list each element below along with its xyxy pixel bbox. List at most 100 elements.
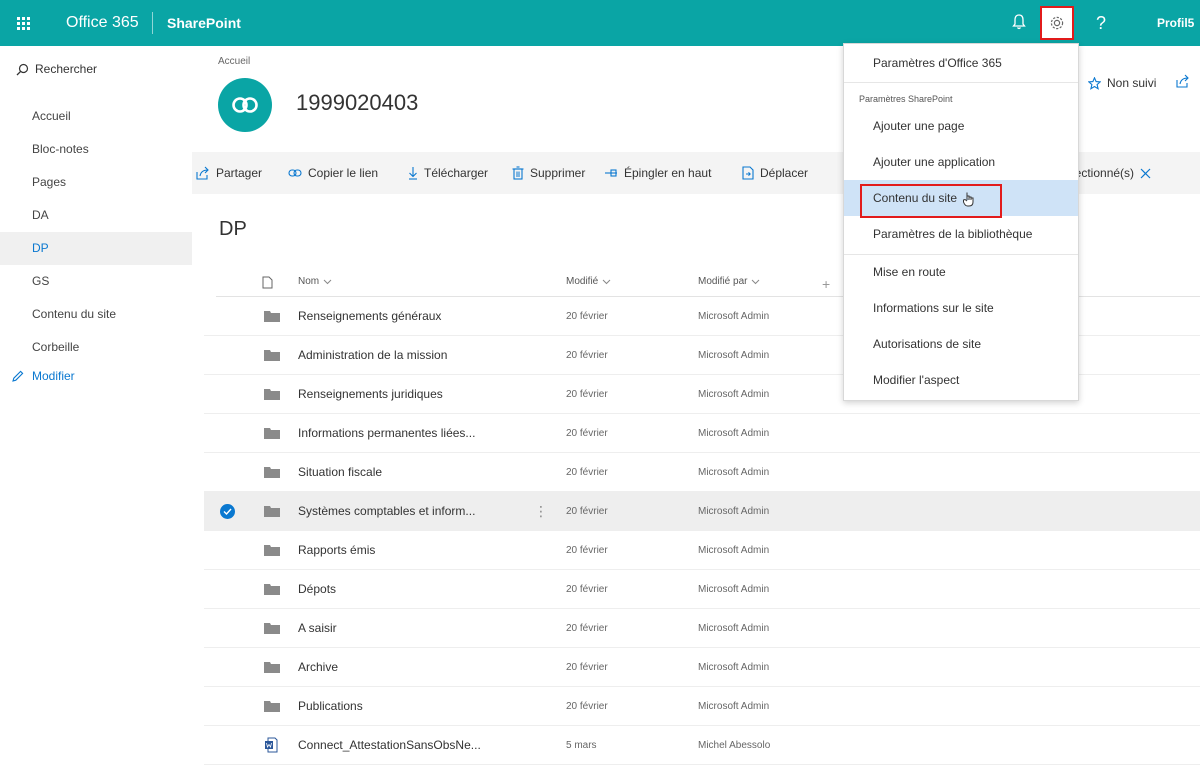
modified-by: Microsoft Admin — [698, 506, 770, 517]
chevron-down-icon — [752, 279, 760, 284]
list-item[interactable]: Connect_AttestationSansObsNe... 5 mars M… — [204, 726, 1200, 765]
name-column-label: Nom — [298, 276, 320, 287]
search-box[interactable]: Rechercher — [16, 62, 97, 76]
list-item[interactable]: A saisir 20 février Microsoft Admin — [204, 609, 1200, 648]
nav-item-accueil[interactable]: Accueil — [0, 100, 192, 133]
share-site-button[interactable] — [1176, 74, 1190, 91]
search-label: Rechercher — [35, 62, 98, 76]
file-name[interactable]: Situation fiscale — [298, 453, 382, 492]
list-item[interactable]: Informations permanentes liées... 20 fév… — [204, 414, 1200, 453]
nav-item-bloc-notes[interactable]: Bloc-notes — [0, 133, 192, 166]
site-information-item[interactable]: Informations sur le site — [844, 290, 1078, 326]
modified-by: Microsoft Admin — [698, 428, 770, 439]
edit-links-button[interactable]: Modifier — [0, 364, 192, 388]
breadcrumb[interactable]: Accueil — [218, 56, 250, 67]
list-item[interactable]: Rapports émis 20 février Microsoft Admin — [204, 531, 1200, 570]
download-command-label: Télécharger — [424, 166, 489, 180]
checkmark-icon — [223, 508, 232, 515]
modified-date: 20 février — [566, 623, 608, 634]
pin-icon — [605, 169, 617, 177]
modified-by: Microsoft Admin — [698, 701, 770, 712]
app-launcher-button[interactable] — [0, 0, 46, 46]
file-name[interactable]: Renseignements juridiques — [298, 375, 443, 414]
selection-count-label: lectionné(s) — [1072, 166, 1135, 180]
selection-status: lectionné(s) — [1072, 152, 1151, 194]
file-name[interactable]: Dépots — [298, 570, 336, 609]
file-name[interactable]: Archive — [298, 648, 338, 687]
file-name[interactable]: Rapports émis — [298, 531, 375, 570]
star-icon — [1088, 76, 1101, 90]
file-name[interactable]: Informations permanentes liées... — [298, 414, 475, 453]
word-document-icon — [265, 737, 278, 753]
list-item[interactable]: Publications 20 février Microsoft Admin — [204, 687, 1200, 726]
pencil-icon — [12, 370, 24, 382]
add-app-item[interactable]: Ajouter une application — [844, 144, 1078, 180]
file-type-column-header[interactable] — [262, 276, 273, 289]
left-navigation: Rechercher Accueil Bloc-notes Pages DA D… — [0, 46, 192, 780]
clear-selection-icon[interactable] — [1140, 168, 1151, 179]
move-command[interactable]: Déplacer — [742, 152, 808, 194]
modified-column-header[interactable]: Modifié — [566, 276, 611, 287]
modified-by-column-header[interactable]: Modifié par — [698, 276, 760, 287]
site-permissions-item[interactable]: Autorisations de site — [844, 326, 1078, 362]
pin-command[interactable]: Épingler en haut — [604, 152, 711, 194]
nav-list: Accueil Bloc-notes Pages DA DP GS Conten… — [0, 98, 192, 388]
profile-button[interactable]: Profil5 — [1157, 0, 1194, 46]
nav-item-contenu-du-site[interactable]: Contenu du site — [0, 298, 192, 331]
help-button[interactable]: ? — [1096, 0, 1106, 46]
download-command[interactable]: Télécharger — [408, 152, 488, 194]
nav-item-corbeille[interactable]: Corbeille — [0, 331, 192, 364]
copy-link-command[interactable]: Copier le lien — [288, 152, 378, 194]
getting-started-item[interactable]: Mise en route — [844, 254, 1078, 290]
share-icon — [1176, 74, 1189, 88]
chevron-down-icon — [602, 279, 611, 284]
file-name[interactable]: A saisir — [298, 609, 337, 648]
list-item[interactable]: Dépots 20 février Microsoft Admin — [204, 570, 1200, 609]
folder-icon — [264, 389, 280, 400]
file-name[interactable]: Administration de la mission — [298, 336, 447, 375]
site-logo[interactable] — [218, 78, 272, 132]
follow-button[interactable]: Non suivi — [1088, 76, 1156, 90]
modified-date: 20 février — [566, 389, 608, 400]
file-name[interactable]: Connect_AttestationSansObsNe... — [298, 726, 481, 765]
modified-by: Microsoft Admin — [698, 350, 770, 361]
add-column-button[interactable]: + — [822, 276, 830, 292]
share-command[interactable]: Partager — [196, 152, 262, 194]
folder-icon — [264, 584, 280, 595]
more-options-icon[interactable]: ⋮ — [534, 492, 548, 531]
file-name[interactable]: Systèmes comptables et inform... — [298, 492, 475, 531]
list-item-selected[interactable]: Systèmes comptables et inform... ⋮ 20 fé… — [204, 492, 1200, 531]
nav-item-pages[interactable]: Pages — [0, 166, 192, 199]
list-item[interactable]: Situation fiscale 20 février Microsoft A… — [204, 453, 1200, 492]
add-page-item[interactable]: Ajouter une page — [844, 108, 1078, 144]
notifications-button[interactable] — [1008, 11, 1030, 33]
trash-icon — [512, 166, 524, 180]
suite-bar: Office 365 SharePoint ? Profil5 — [0, 0, 1200, 46]
modified-by: Microsoft Admin — [698, 545, 770, 556]
pin-command-label: Épingler en haut — [624, 166, 712, 180]
document-icon — [262, 276, 273, 289]
name-column-header[interactable]: Nom — [298, 276, 332, 287]
office365-settings-item[interactable]: Paramètres d'Office 365 — [844, 44, 1078, 82]
copy-link-command-label: Copier le lien — [308, 166, 379, 180]
file-name[interactable]: Renseignements généraux — [298, 297, 441, 336]
modified-date: 20 février — [566, 350, 608, 361]
nav-item-da[interactable]: DA — [0, 199, 192, 232]
settings-button[interactable] — [1040, 6, 1074, 40]
change-look-item[interactable]: Modifier l'aspect — [844, 362, 1078, 398]
nav-item-dp[interactable]: DP — [0, 232, 192, 265]
sharepoint-app-link[interactable]: SharePoint — [167, 0, 241, 46]
list-item[interactable]: Archive 20 février Microsoft Admin — [204, 648, 1200, 687]
row-checkbox[interactable] — [220, 504, 235, 519]
modified-date: 20 février — [566, 545, 608, 556]
share-icon — [196, 166, 209, 180]
nav-item-gs[interactable]: GS — [0, 265, 192, 298]
share-command-label: Partager — [216, 166, 263, 180]
office365-brand-link[interactable]: Office 365 — [66, 0, 139, 46]
site-logo-icon — [232, 97, 258, 113]
settings-menu: Paramètres d'Office 365 Paramètres Share… — [843, 43, 1079, 401]
modified-column-label: Modifié — [566, 276, 599, 287]
delete-command[interactable]: Supprimer — [512, 152, 585, 194]
file-name[interactable]: Publications — [298, 687, 363, 726]
library-settings-item[interactable]: Paramètres de la bibliothèque — [844, 216, 1078, 252]
